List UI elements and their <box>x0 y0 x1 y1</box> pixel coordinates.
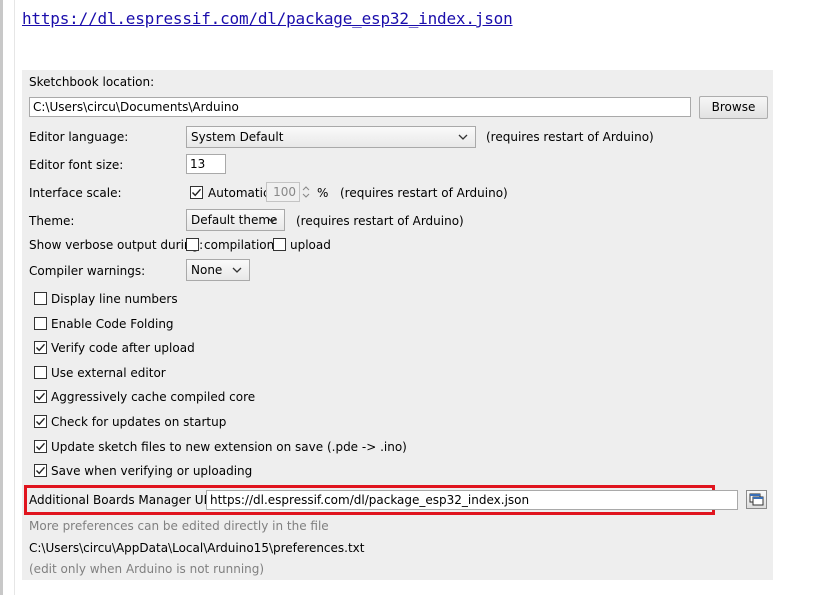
esp32-index-link[interactable]: https://dl.espressif.com/dl/package_esp3… <box>22 9 513 28</box>
option-checkbox[interactable] <box>34 440 47 453</box>
font-size-input[interactable]: 13 <box>186 154 226 174</box>
option-label: Update sketch files to new extension on … <box>51 440 407 454</box>
left-border-inner <box>14 0 15 595</box>
more-preferences-text: More preferences can be edited directly … <box>29 519 329 533</box>
editor-language-note: (requires restart of Arduino) <box>486 130 654 144</box>
upload-checkbox[interactable] <box>273 238 286 251</box>
option-checkbox[interactable] <box>34 366 47 379</box>
check-icon <box>35 417 46 426</box>
compiler-warnings-value: None <box>191 263 223 277</box>
compilation-checkbox[interactable] <box>186 238 199 251</box>
edit-note: (edit only when Arduino is not running) <box>29 562 265 576</box>
left-border <box>0 0 3 595</box>
interface-scale-note: (requires restart of Arduino) <box>340 186 508 200</box>
check-icon <box>35 466 46 475</box>
theme-note: (requires restart of Arduino) <box>296 214 464 228</box>
upload-label: upload <box>290 238 331 252</box>
boards-urls-label: Additional Boards Manager URLs: <box>29 493 229 507</box>
verbose-label: Show verbose output during: <box>29 238 204 252</box>
option-label: Use external editor <box>51 366 166 380</box>
spinner-arrows-icon <box>302 186 310 198</box>
option-checkbox[interactable] <box>34 390 47 403</box>
check-icon <box>35 442 46 451</box>
compiler-warnings-label: Compiler warnings: <box>29 264 146 278</box>
option-label: Enable Code Folding <box>51 317 174 331</box>
font-size-label: Editor font size: <box>29 158 124 172</box>
compilation-label: compilation <box>204 238 275 252</box>
boards-urls-input[interactable]: https://dl.espressif.com/dl/package_esp3… <box>206 490 738 510</box>
theme-label: Theme: <box>29 214 75 228</box>
option-label: Aggressively cache compiled core <box>51 390 256 404</box>
option-checkbox[interactable] <box>34 415 47 428</box>
window-icon <box>749 493 764 506</box>
chevron-down-icon <box>458 134 468 140</box>
option-checkbox[interactable] <box>34 317 47 330</box>
compiler-warnings-select[interactable]: None <box>186 259 250 281</box>
scale-spinner[interactable] <box>299 182 313 202</box>
preferences-path: C:\Users\circu\AppData\Local\Arduino15\p… <box>29 541 365 555</box>
option-label: Verify code after upload <box>51 341 195 355</box>
editor-language-value: System Default <box>191 130 284 144</box>
chevron-down-icon <box>267 217 277 223</box>
option-checkbox[interactable] <box>34 464 47 477</box>
option-label: Display line numbers <box>51 292 178 306</box>
option-checkbox[interactable] <box>34 292 47 305</box>
automatic-checkbox[interactable] <box>190 186 203 199</box>
editor-language-label: Editor language: <box>29 130 129 144</box>
theme-select[interactable]: Default theme <box>186 209 285 231</box>
theme-value: Default theme <box>191 213 278 227</box>
check-icon <box>191 188 202 197</box>
option-label: Check for updates on startup <box>51 415 227 429</box>
option-checkbox[interactable] <box>34 341 47 354</box>
scale-value-input[interactable]: 100 <box>266 182 300 202</box>
browse-button[interactable]: Browse <box>699 96 768 119</box>
sketchbook-location-input[interactable]: C:\Users\circu\Documents\Arduino <box>29 97 691 117</box>
sketchbook-label: Sketchbook location: <box>29 75 155 89</box>
edit-urls-button[interactable] <box>746 490 767 509</box>
check-icon <box>35 343 46 352</box>
editor-language-select[interactable]: System Default <box>186 126 476 148</box>
scale-unit: % <box>317 186 329 200</box>
interface-scale-label: Interface scale: <box>29 186 122 200</box>
chevron-down-icon <box>232 267 242 273</box>
check-icon <box>35 392 46 401</box>
automatic-label: Automatic <box>208 186 270 200</box>
option-label: Save when verifying or uploading <box>51 464 253 478</box>
